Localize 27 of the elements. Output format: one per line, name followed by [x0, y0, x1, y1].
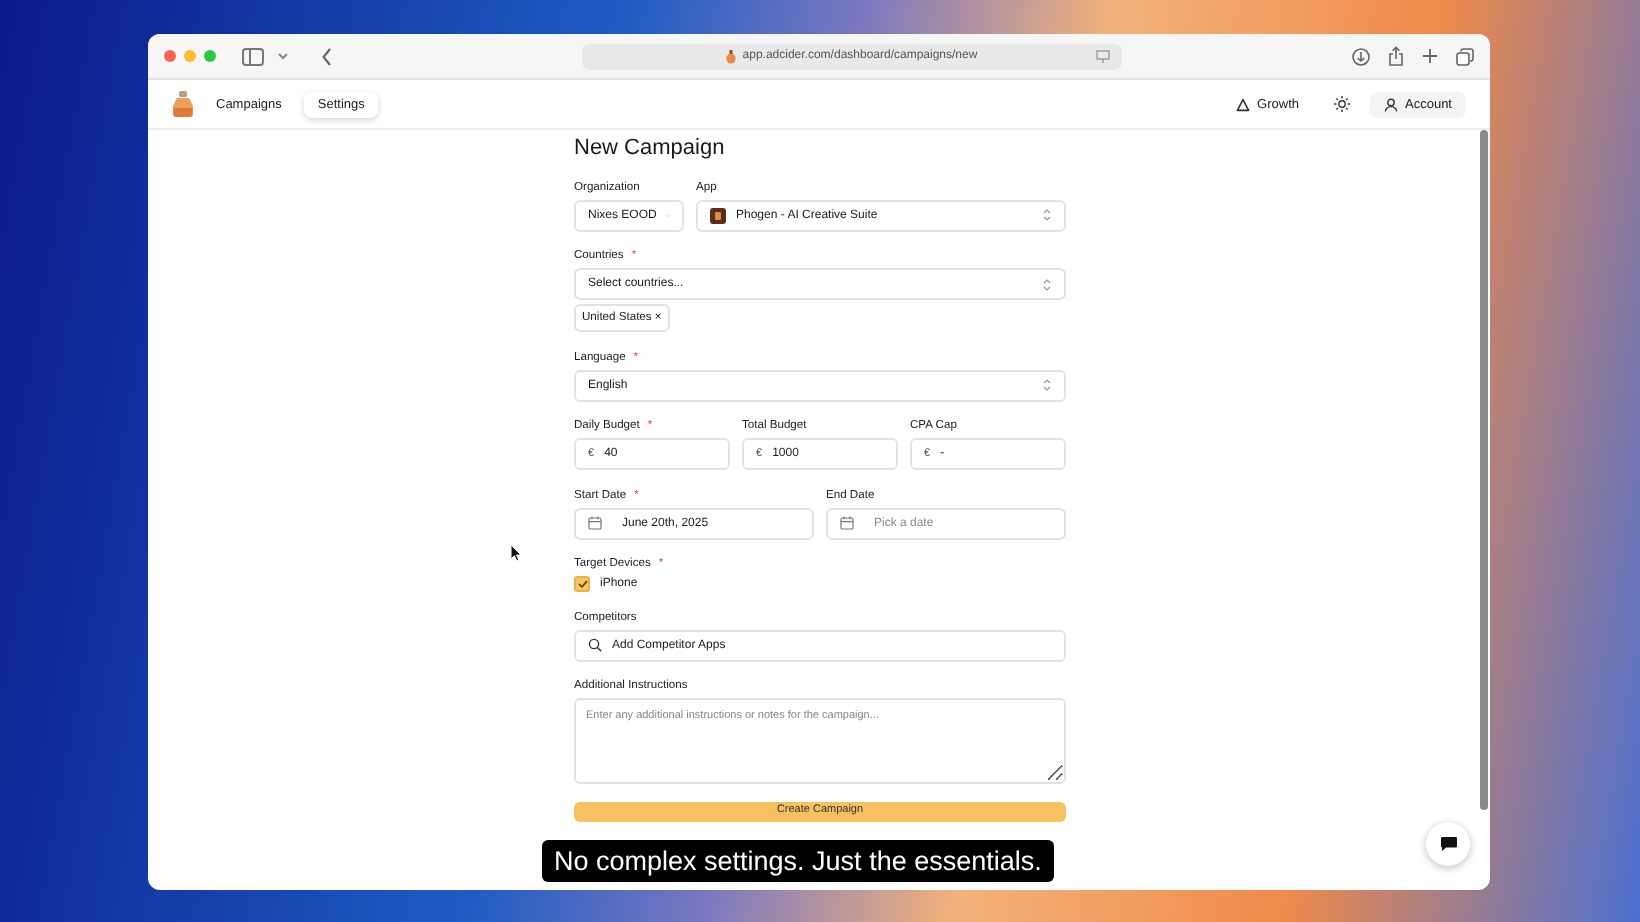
- app-icon: [710, 207, 726, 223]
- chevron-up-down-icon: [1042, 208, 1052, 222]
- chevron-up-down-icon: [1042, 378, 1052, 392]
- user-icon: [1383, 97, 1397, 111]
- jar-logo-icon[interactable]: [172, 90, 194, 118]
- back-icon[interactable]: [322, 47, 332, 65]
- scrollbar[interactable]: [1480, 130, 1488, 810]
- site-logo-icon: [726, 49, 737, 63]
- download-icon[interactable]: [1352, 47, 1370, 65]
- close-button[interactable]: [164, 50, 176, 62]
- share-icon[interactable]: [1388, 46, 1404, 66]
- chat-button[interactable]: [1426, 822, 1470, 866]
- page-title: New Campaign: [574, 134, 727, 162]
- sidebar-icon[interactable]: [242, 47, 264, 65]
- chevron-up-down-icon: [1042, 277, 1052, 291]
- search-icon: [588, 638, 602, 652]
- calendar-icon: [588, 516, 602, 530]
- checkbox[interactable]: [574, 576, 590, 592]
- new-tab-icon[interactable]: [1422, 48, 1438, 64]
- chevron-down-icon[interactable]: [278, 52, 288, 60]
- triangle-icon: [1235, 97, 1250, 111]
- video-caption: No complex settings. Just the essentials.: [542, 840, 1054, 882]
- mouse-cursor-icon: [510, 544, 522, 562]
- sun-icon[interactable]: [1333, 96, 1349, 112]
- tabs-overview-icon[interactable]: [1456, 47, 1474, 65]
- calendar-icon: [840, 516, 854, 530]
- chat-bubble-icon: [1439, 836, 1457, 852]
